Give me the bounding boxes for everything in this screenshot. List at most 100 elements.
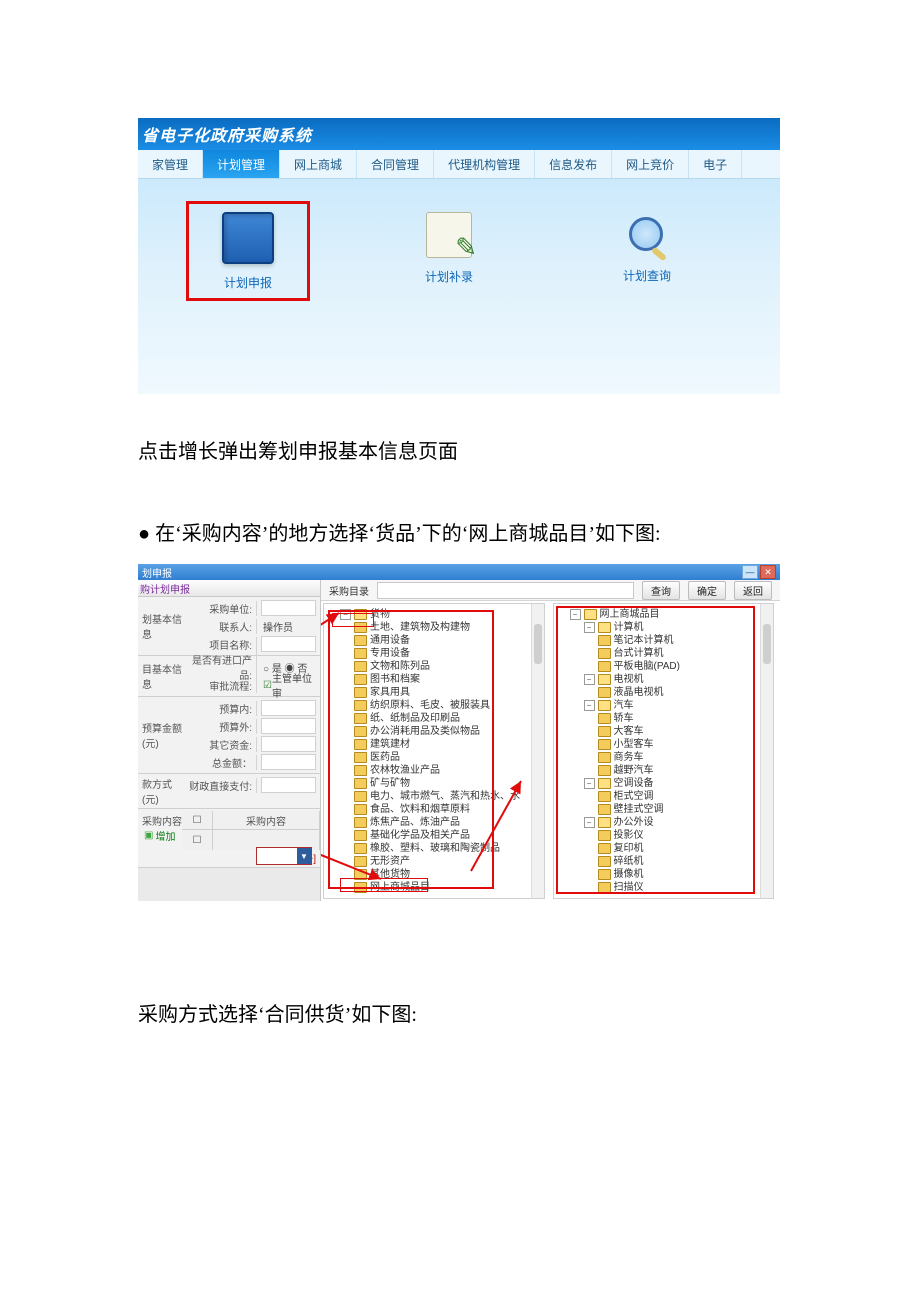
catalog-panel: 采购目录 查询 确定 返回 −货物 土地、建筑物及构建物通用设备专 xyxy=(321,580,780,901)
budget-out-input[interactable] xyxy=(261,718,316,734)
tree-item[interactable]: 建筑建材 xyxy=(354,738,545,751)
tree-root[interactable]: −网上商城品目 xyxy=(568,608,774,621)
tree-item[interactable]: 越野汽车 xyxy=(598,764,775,777)
approval-check[interactable]: 主管单位审 xyxy=(261,678,316,692)
tab-item-active[interactable]: 计划管理 xyxy=(203,150,280,178)
tree-group[interactable]: −电视机液晶电视机 xyxy=(584,673,775,699)
tree-item[interactable]: 壁挂式空调 xyxy=(598,803,775,816)
add-button[interactable]: 增加 xyxy=(142,828,182,843)
tree-group[interactable]: −汽车轿车大客车小型客车商务车越野汽车 xyxy=(584,699,775,777)
folder-icon xyxy=(354,635,367,646)
folder-icon xyxy=(354,869,367,880)
collapse-icon[interactable]: − xyxy=(584,700,595,711)
tree-item[interactable]: 小型客车 xyxy=(598,738,775,751)
tree-item[interactable]: 碎纸机 xyxy=(598,855,775,868)
budget-in-input[interactable] xyxy=(261,700,316,716)
close-icon[interactable]: ✕ xyxy=(760,565,776,579)
tree-item[interactable]: 笔记本计算机 xyxy=(598,634,775,647)
content-dropdown[interactable]: ▼ xyxy=(256,847,312,865)
tree-item[interactable]: 纸、纸制品及印刷品 xyxy=(354,712,545,725)
folder-icon xyxy=(354,778,367,789)
tree-item[interactable]: 基础化学品及相关产品 xyxy=(354,829,545,842)
folder-open-icon xyxy=(598,622,611,633)
tree-item[interactable]: 橡胶、塑料、玻璃和陶瓷制品 xyxy=(354,842,545,855)
tree-item[interactable]: 图书和档案 xyxy=(354,673,545,686)
dialog-title: 划申报 xyxy=(142,565,172,580)
plan-declare-button[interactable]: 计划申报 xyxy=(186,201,310,301)
plan-supplement-button[interactable]: 计划补录 xyxy=(390,201,508,295)
collapse-icon[interactable]: − xyxy=(584,778,595,789)
folder-icon xyxy=(598,804,611,815)
form-subheader: 购计划申报 xyxy=(138,580,320,597)
collapse-icon[interactable]: − xyxy=(570,609,581,620)
collapse-icon[interactable]: − xyxy=(584,817,595,828)
tree-item[interactable]: 农林牧渔业产品 xyxy=(354,764,545,777)
tree-group[interactable]: −空调设备柜式空调壁挂式空调 xyxy=(584,777,775,816)
tab-item[interactable]: 合同管理 xyxy=(357,150,434,178)
tree-item[interactable]: 轿车 xyxy=(598,712,775,725)
tree-item-label: 碎纸机 xyxy=(614,855,644,868)
tree-item-label: 壁挂式空调 xyxy=(614,803,664,816)
tab-item[interactable]: 信息发布 xyxy=(535,150,612,178)
minimize-icon[interactable]: — xyxy=(742,565,758,579)
tree-item-label: 其他货物 xyxy=(370,868,410,881)
tree-root[interactable]: −货物 xyxy=(338,608,544,621)
plan-query-button[interactable]: 计划查询 xyxy=(588,201,706,295)
tab-item[interactable]: 网上竞价 xyxy=(612,150,689,178)
scrollbar[interactable] xyxy=(531,604,544,898)
catalog-search-input[interactable] xyxy=(377,582,634,599)
tree-item[interactable]: 医药品 xyxy=(354,751,545,764)
total-input[interactable] xyxy=(261,754,316,770)
fiscal-input[interactable] xyxy=(261,777,316,793)
tree-item[interactable]: 土地、建筑物及构建物 xyxy=(354,621,545,634)
tree-item[interactable]: 电力、城市燃气、蒸汽和热水、水 xyxy=(354,790,545,803)
tree-item[interactable]: 炼焦产品、炼油产品 xyxy=(354,816,545,829)
tree-item[interactable]: 液晶电视机 xyxy=(598,686,775,699)
section-label: 划基本信息 xyxy=(140,599,182,653)
tree-item[interactable]: 大客车 xyxy=(598,725,775,738)
ok-button[interactable]: 确定 xyxy=(688,581,726,600)
collapse-icon[interactable]: − xyxy=(584,674,595,685)
tree-item[interactable]: 通用设备 xyxy=(354,634,545,647)
tree-item[interactable]: 商务车 xyxy=(598,751,775,764)
tree-item[interactable]: 其他货物 xyxy=(354,868,545,881)
tree-item[interactable]: 专用设备 xyxy=(354,647,545,660)
other-fund-input[interactable] xyxy=(261,736,316,752)
unit-input[interactable] xyxy=(261,600,316,616)
tree-item[interactable]: 网上商城品目 xyxy=(354,881,545,894)
left-tree-pane: −货物 土地、建筑物及构建物通用设备专用设备文物和陈列品图书和档案家具用具纺织原… xyxy=(323,603,545,899)
tree-item[interactable]: 无形资产 xyxy=(354,855,545,868)
tree-item[interactable]: 食品、饮料和烟草原料 xyxy=(354,803,545,816)
tree-item[interactable]: 纺织原料、毛皮、被服装具 xyxy=(354,699,545,712)
tab-item[interactable]: 网上商城 xyxy=(280,150,357,178)
tree-item[interactable]: 办公消耗用品及类似物品 xyxy=(354,725,545,738)
tree-item-label: 电力、城市燃气、蒸汽和热水、水 xyxy=(370,790,520,803)
collapse-icon[interactable]: − xyxy=(584,622,595,633)
checkbox-header[interactable]: ☐ xyxy=(193,815,202,826)
tree-group[interactable]: −办公外设投影仪复印机碎纸机摄像机扫描仪 xyxy=(584,816,775,894)
tree-item[interactable]: 摄像机 xyxy=(598,868,775,881)
tree-item[interactable]: 复印机 xyxy=(598,842,775,855)
tab-item[interactable]: 家管理 xyxy=(138,150,203,178)
tab-item[interactable]: 电子 xyxy=(689,150,742,178)
tree-group[interactable]: −计算机笔记本计算机台式计算机平板电脑(PAD) xyxy=(584,621,775,673)
tab-item[interactable]: 代理机构管理 xyxy=(434,150,535,178)
scrollbar[interactable] xyxy=(760,604,773,898)
chevron-down-icon[interactable]: ▼ xyxy=(297,848,311,864)
tree-item[interactable]: 家具用具 xyxy=(354,686,545,699)
book-icon xyxy=(222,212,274,264)
project-name-input[interactable] xyxy=(261,636,316,652)
collapse-icon[interactable]: − xyxy=(340,609,351,620)
tree-item[interactable]: 矿与矿物 xyxy=(354,777,545,790)
search-button[interactable]: 查询 xyxy=(642,581,680,600)
tree-item[interactable]: 柜式空调 xyxy=(598,790,775,803)
back-button[interactable]: 返回 xyxy=(734,581,772,600)
right-tree-pane: −网上商城品目 −计算机笔记本计算机台式计算机平板电脑(PAD)−电视机液晶电视… xyxy=(553,603,775,899)
tree-item[interactable]: 投影仪 xyxy=(598,829,775,842)
tree-item[interactable]: 台式计算机 xyxy=(598,647,775,660)
tree-item[interactable]: 平板电脑(PAD) xyxy=(598,660,775,673)
row-checkbox[interactable]: ☐ xyxy=(193,835,202,846)
tree-item[interactable]: 扫描仪 xyxy=(598,881,775,894)
folder-open-icon xyxy=(584,609,597,620)
tree-item[interactable]: 文物和陈列品 xyxy=(354,660,545,673)
